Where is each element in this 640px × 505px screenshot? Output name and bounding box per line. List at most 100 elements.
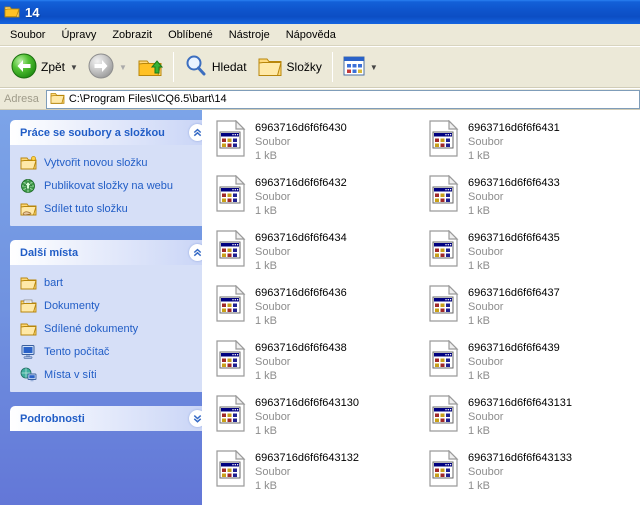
forward-button[interactable]: ▼ (83, 50, 132, 84)
sidebar-item-sd-len-dokumenty[interactable]: Sdílené dokumenty (20, 321, 202, 336)
back-button[interactable]: Zpět ▼ (6, 50, 83, 84)
title-bar: 14 (0, 0, 640, 24)
window-title: 14 (25, 5, 39, 20)
file-type: Soubor (468, 410, 572, 424)
file-meta: 6963716d6f6f6438Soubor1 kB (255, 340, 347, 393)
file-item[interactable]: 6963716d6f6f6434Soubor1 kB (214, 228, 427, 283)
file-name: 6963716d6f6f6430 (255, 121, 347, 135)
file-size: 1 kB (468, 149, 560, 163)
publish-web-icon (20, 178, 37, 193)
menu-item-2[interactable]: Úpravy (53, 26, 104, 44)
file-size: 1 kB (255, 479, 359, 493)
address-input[interactable]: C:\Program Files\ICQ6.5\bart\14 (46, 90, 640, 109)
sidebar-item-label: Tento počítač (44, 346, 109, 358)
sidebar-item-label: bart (44, 277, 63, 289)
menu-item-5[interactable]: Nástroje (221, 26, 278, 44)
file-type: Soubor (255, 190, 347, 204)
menu-item-3[interactable]: Zobrazit (104, 26, 160, 44)
folders-label: Složky (287, 60, 322, 74)
file-size: 1 kB (255, 204, 347, 218)
file-type: Soubor (255, 300, 347, 314)
sidebar-item-label: Publikovat složky na webu (44, 180, 173, 192)
file-meta: 6963716d6f6f643131Soubor1 kB (468, 395, 572, 448)
sidebar-item-tento-po-ta-[interactable]: Tento počítač (20, 344, 202, 359)
file-item[interactable]: 6963716d6f6f6435Soubor1 kB (427, 228, 640, 283)
folders-icon (257, 54, 283, 81)
sidebar-item-bart[interactable]: bart (20, 275, 202, 290)
sidebar-section-2: Další místa bart Dokumenty Sdílené dokument… (10, 240, 202, 392)
back-label: Zpět (41, 60, 65, 74)
sidebar-section-header-2[interactable]: Další místa (10, 240, 202, 265)
file-item[interactable]: 6963716d6f6f6432Soubor1 kB (214, 173, 427, 228)
search-button[interactable]: Hledat (179, 50, 252, 84)
file-item[interactable]: 6963716d6f6f6436Soubor1 kB (214, 283, 427, 338)
sidebar-section-body: bart Dokumenty Sdílené dokumenty Tento počí… (10, 265, 202, 392)
file-name: 6963716d6f6f643132 (255, 451, 359, 465)
address-path: C:\Program Files\ICQ6.5\bart\14 (69, 93, 227, 105)
menu-bar: SouborÚpravyZobrazitOblíbenéNástrojeNápo… (0, 24, 640, 46)
task-pane: Práce se soubory a složkou Vytvořit novou… (0, 110, 202, 505)
file-item[interactable]: 6963716d6f6f643131Soubor1 kB (427, 393, 640, 448)
back-dropdown-arrow[interactable]: ▼ (70, 63, 78, 72)
file-item[interactable]: 6963716d6f6f6430Soubor1 kB (214, 118, 427, 173)
menu-item-6[interactable]: Nápověda (278, 26, 344, 44)
forward-dropdown-arrow[interactable]: ▼ (119, 63, 127, 72)
sidebar-item-m-sta-v-s-ti[interactable]: Místa v síti (20, 367, 202, 382)
file-item[interactable]: 6963716d6f6f643133Soubor1 kB (427, 448, 640, 503)
file-size: 1 kB (255, 314, 347, 328)
sidebar-item-publikovat-slo-ky-na-webu[interactable]: Publikovat složky na webu (20, 178, 202, 193)
file-name: 6963716d6f6f643131 (468, 396, 572, 410)
file-type: Soubor (468, 300, 560, 314)
share-folder-icon (20, 201, 37, 216)
file-item[interactable]: 6963716d6f6f6437Soubor1 kB (427, 283, 640, 338)
file-meta: 6963716d6f6f6439Soubor1 kB (468, 340, 560, 393)
menu-item-4[interactable]: Oblíbené (160, 26, 221, 44)
sidebar-item-label: Dokumenty (44, 300, 100, 312)
file-name: 6963716d6f6f6432 (255, 176, 347, 190)
chevron-up-icon[interactable] (189, 244, 202, 261)
sidebar-item-sd-let-tuto-slo-ku[interactable]: Sdílet tuto složku (20, 201, 202, 216)
folders-button[interactable]: Složky (252, 50, 327, 84)
file-item[interactable]: 6963716d6f6f643130Soubor1 kB (214, 393, 427, 448)
file-icon (427, 395, 460, 433)
file-item[interactable]: 6963716d6f6f643132Soubor1 kB (214, 448, 427, 503)
sidebar-item-label: Sdílet tuto složku (44, 203, 128, 215)
file-item[interactable]: 6963716d6f6f6433Soubor1 kB (427, 173, 640, 228)
file-item[interactable]: 6963716d6f6f6438Soubor1 kB (214, 338, 427, 393)
file-icon (214, 120, 247, 158)
file-icon (427, 230, 460, 268)
sidebar-item-dokumenty[interactable]: Dokumenty (20, 298, 202, 313)
file-type: Soubor (468, 245, 560, 259)
views-button[interactable]: ▼ (338, 50, 383, 84)
file-meta: 6963716d6f6f6436Soubor1 kB (255, 285, 347, 338)
file-size: 1 kB (255, 149, 347, 163)
file-size: 1 kB (468, 314, 560, 328)
file-name: 6963716d6f6f6437 (468, 286, 560, 300)
sidebar-section-title: Podrobnosti (20, 413, 85, 425)
computer-icon (20, 344, 37, 359)
file-name: 6963716d6f6f6435 (468, 231, 560, 245)
sidebar-item-vytvo-it-novou-slo-ku[interactable]: Vytvořit novou složku (20, 155, 202, 170)
search-icon (184, 54, 208, 81)
sidebar-item-label: Sdílené dokumenty (44, 323, 138, 335)
file-meta: 6963716d6f6f6434Soubor1 kB (255, 230, 347, 283)
file-size: 1 kB (468, 369, 560, 383)
file-type: Soubor (255, 135, 347, 149)
chevron-down-icon[interactable] (189, 410, 202, 427)
file-item[interactable]: 6963716d6f6f6431Soubor1 kB (427, 118, 640, 173)
file-type: Soubor (255, 465, 359, 479)
views-dropdown-arrow[interactable]: ▼ (370, 63, 378, 72)
back-icon (11, 53, 37, 82)
sidebar-section-title: Další místa (20, 247, 78, 259)
menu-item-1[interactable]: Soubor (2, 26, 53, 44)
file-type: Soubor (255, 245, 347, 259)
file-item[interactable]: 6963716d6f6f6439Soubor1 kB (427, 338, 640, 393)
up-button[interactable] (132, 50, 168, 84)
sidebar-section-header-3[interactable]: Podrobnosti (10, 406, 202, 431)
file-type: Soubor (468, 465, 572, 479)
chevron-up-icon[interactable] (189, 124, 202, 141)
file-icon (427, 120, 460, 158)
file-icon (427, 285, 460, 323)
sidebar-section-header-1[interactable]: Práce se soubory a složkou (10, 120, 202, 145)
sidebar-section-1: Práce se soubory a složkou Vytvořit novou… (10, 120, 202, 226)
